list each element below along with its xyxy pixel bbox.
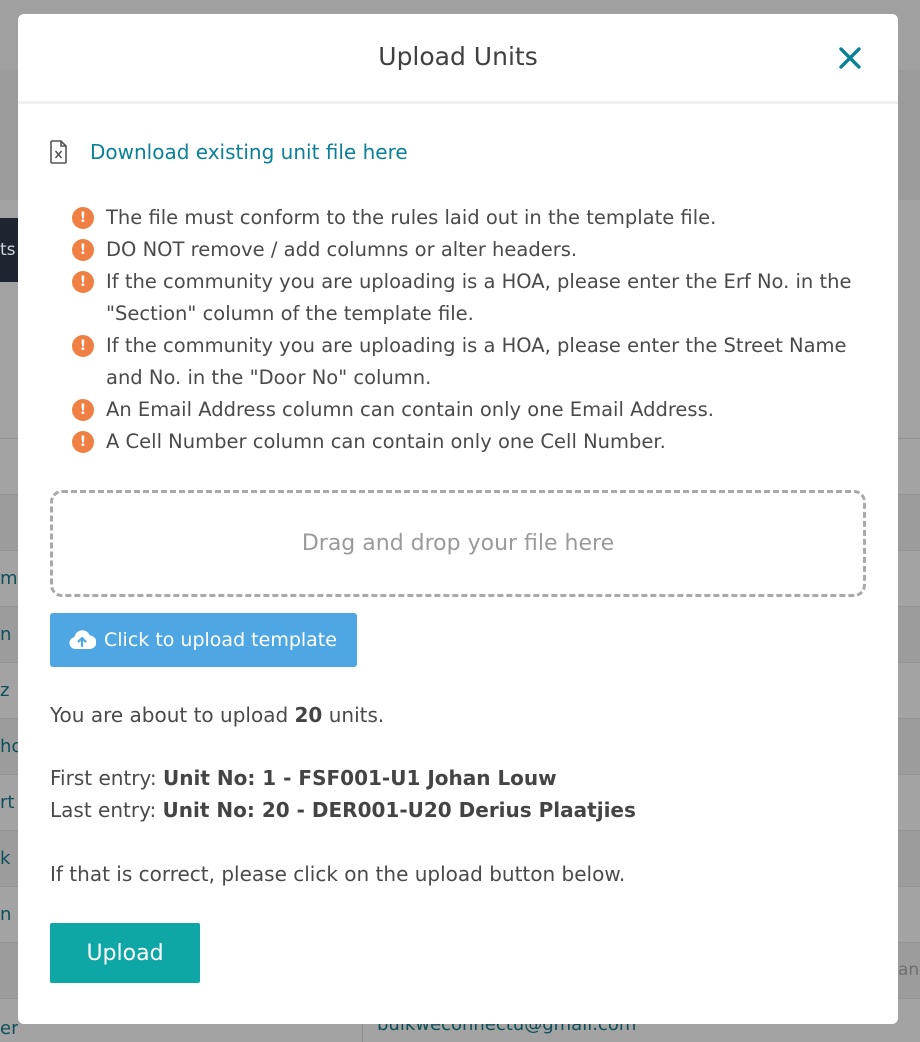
rule-item: ! If the community you are uploading is a… (72, 330, 872, 394)
rule-item: ! If the community you are uploading is a… (72, 266, 872, 330)
first-entry-value: Unit No: 1 - FSF001-U1 Johan Louw (162, 766, 557, 790)
last-entry: Last entry: Unit No: 20 - DER001-U20 Der… (50, 798, 636, 822)
rule-item: ! An Email Address column can contain onl… (72, 394, 872, 426)
rule-item: ! DO NOT remove / add columns or alter he… (72, 234, 872, 266)
upload-template-label: Click to upload template (104, 629, 337, 651)
background-cell: mp (0, 568, 18, 589)
rule-item: ! A Cell Number column can contain only o… (72, 426, 872, 458)
warning-icon: ! (72, 335, 94, 357)
upload-template-button[interactable]: Click to upload template (50, 613, 357, 667)
background-fragment: anc (898, 960, 920, 980)
confirm-text: If that is correct, please click on the … (50, 862, 626, 886)
modal-header: Upload Units (18, 14, 898, 104)
background-cell: n (0, 904, 12, 925)
warning-icon: ! (72, 399, 94, 421)
rule-item: ! The file must conform to the rules laid… (72, 202, 872, 234)
warning-icon: ! (72, 207, 94, 229)
warning-icon: ! (72, 239, 94, 261)
upload-button[interactable]: Upload (50, 923, 200, 983)
upload-summary: You are about to upload 20 units. (50, 703, 385, 727)
background-cell: n S (0, 624, 18, 645)
background-cell: er (0, 1018, 18, 1039)
excel-file-icon (50, 140, 70, 164)
warning-icon: ! (72, 271, 94, 293)
download-row: Download existing unit file here (50, 140, 408, 164)
upload-units-modal: Upload Units Download existing unit file… (18, 14, 898, 1024)
background-cell: z (0, 680, 10, 701)
cloud-upload-icon (68, 629, 96, 651)
download-existing-unit-file-link[interactable]: Download existing unit file here (90, 140, 408, 164)
dropzone-text: Drag and drop your file here (301, 531, 615, 556)
unit-count: 20 (294, 703, 323, 727)
background-cell: k (0, 848, 11, 869)
modal-title: Upload Units (378, 42, 538, 71)
first-entry: First entry: Unit No: 1 - FSF001-U1 Joha… (50, 766, 557, 790)
file-dropzone[interactable]: Drag and drop your file here (50, 490, 866, 597)
warning-icon: ! (72, 431, 94, 453)
close-button[interactable] (836, 44, 864, 72)
last-entry-value: Unit No: 20 - DER001-U20 Derius Plaatjie… (162, 798, 636, 822)
close-icon (839, 47, 861, 69)
upload-rules-list: ! The file must conform to the rules laid… (72, 202, 872, 458)
background-cell: ho (0, 736, 18, 757)
background-cell: rt (0, 792, 15, 813)
